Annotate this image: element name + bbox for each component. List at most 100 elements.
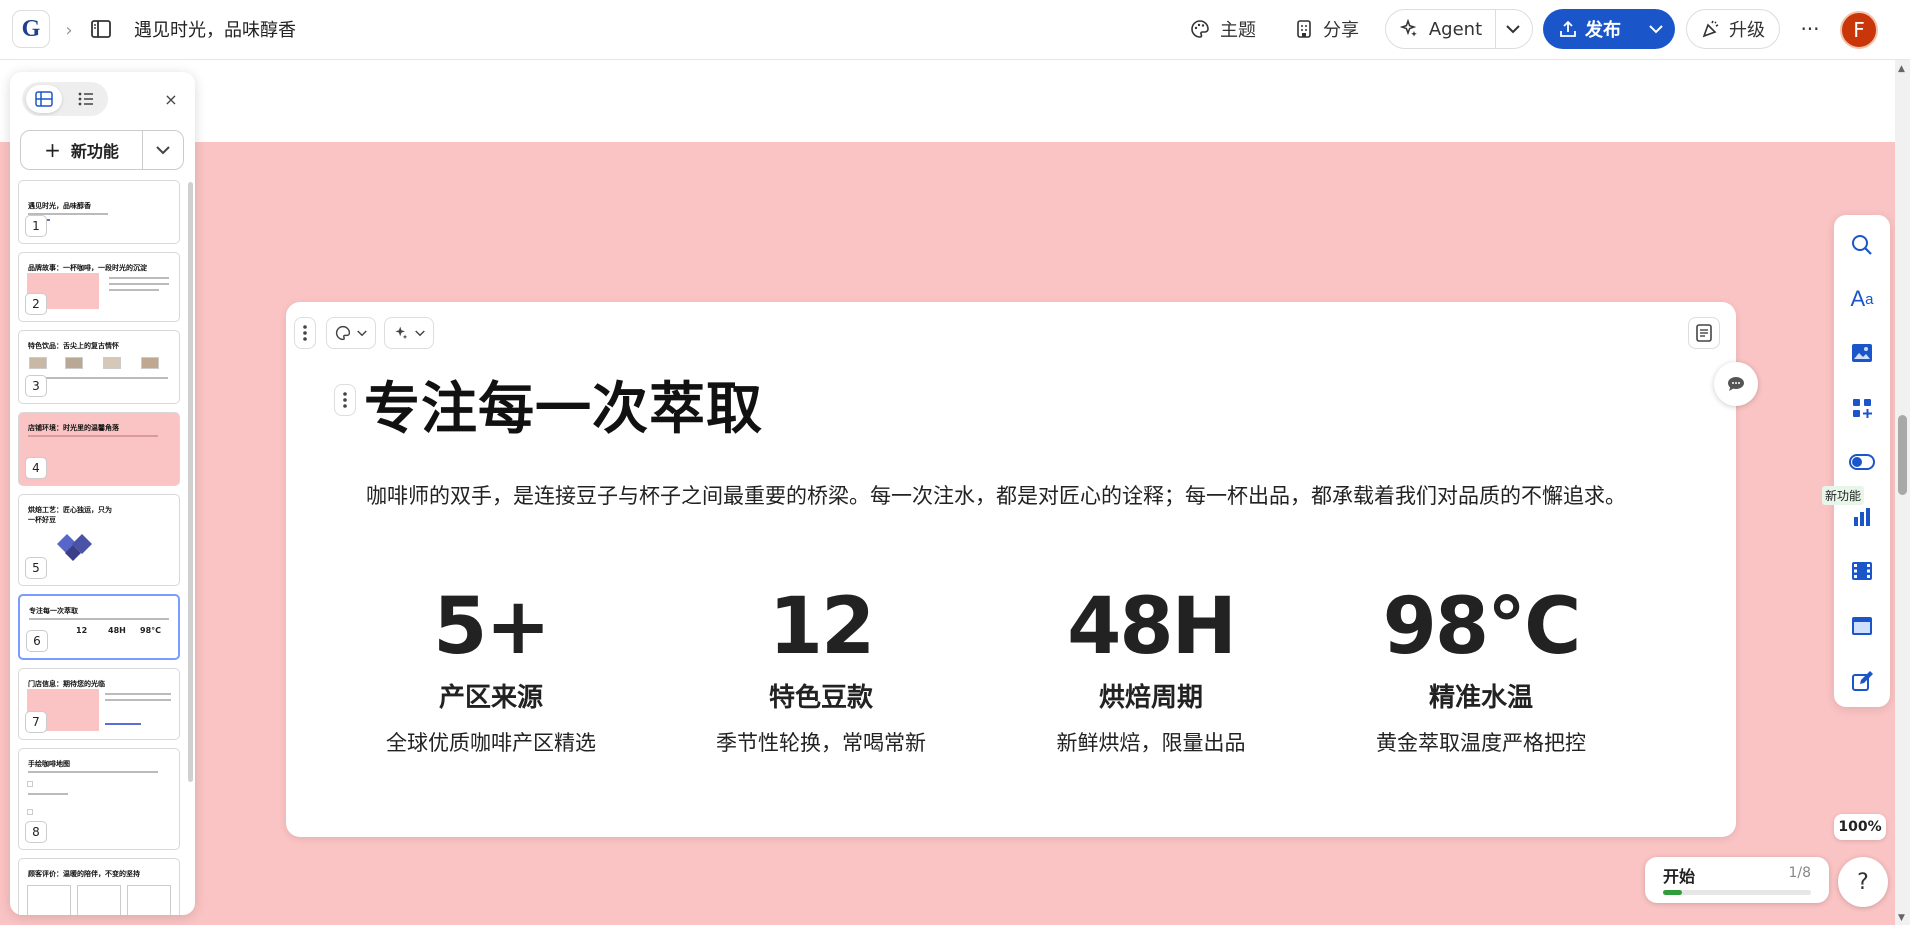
theme-label: 主题 <box>1220 20 1256 41</box>
progress-count: 1/8 <box>1788 865 1811 881</box>
ai-edit-button[interactable] <box>384 317 434 349</box>
new-feature-dropdown[interactable] <box>143 131 183 169</box>
help-button[interactable]: ? <box>1838 857 1888 907</box>
more-button[interactable]: ··· <box>1795 14 1825 44</box>
agent-main[interactable]: Agent <box>1386 10 1496 48</box>
new-feature-main[interactable]: + 新功能 <box>21 131 143 169</box>
slide-number: 1 <box>25 215 47 237</box>
grid-view-button[interactable] <box>26 85 62 113</box>
slide-number: 8 <box>25 821 47 843</box>
scrollbar-thumb[interactable] <box>1898 415 1907 495</box>
share-label: 分享 <box>1323 20 1359 41</box>
slide-thumbnail[interactable]: 门店信息：期待您的光临 7 <box>18 668 180 740</box>
start-label: 开始 <box>1663 867 1696 886</box>
view-toggle[interactable] <box>22 82 108 116</box>
avatar[interactable]: F <box>1840 11 1878 49</box>
slide-thumbnail[interactable]: 特色饮品：舌尖上的复古情怀 3 <box>18 330 180 404</box>
image-icon[interactable] <box>1848 339 1876 367</box>
thumb-title: 门店信息：期待您的光临 <box>28 680 105 688</box>
thumb-stat: 12 <box>76 626 88 635</box>
stat-item[interactable]: 12 特色豆款 季节性轮换，常喝常新 <box>656 582 986 758</box>
chart-icon[interactable] <box>1848 503 1876 531</box>
slides-view-icon <box>35 91 53 107</box>
list-icon <box>78 92 93 106</box>
page-scrollbar[interactable]: ▲ ▼ <box>1895 60 1910 925</box>
card-style-button[interactable] <box>326 317 376 349</box>
getting-started-widget[interactable]: 开始 1/8 <box>1645 857 1829 903</box>
top-bar: G › 遇见时光，品味醇香 主题 分享 Agent 发布 升级 ··· F <box>0 0 1910 60</box>
slide-thumbnail[interactable]: 手绘咖啡地图 8 <box>18 748 180 850</box>
stat-value: 98°C <box>1382 582 1582 672</box>
slides-panel: × + 新功能 遇见时光，品味醇香 1 品牌故事：一杯咖啡，一段时光的沉淀 2 … <box>10 72 195 915</box>
sparkle-icon <box>1399 19 1417 37</box>
stat-label: 烘焙周期 <box>1098 683 1203 713</box>
scroll-up-icon[interactable]: ▲ <box>1898 64 1905 74</box>
notes-icon <box>1696 324 1712 342</box>
search-icon[interactable] <box>1848 231 1876 259</box>
slide-thumbnail[interactable]: 品牌故事：一杯咖啡，一段时光的沉淀 2 <box>18 252 180 322</box>
slide-thumbnail[interactable]: 店铺环境：时光里的温馨角落 4 <box>18 412 180 486</box>
add-block-icon[interactable] <box>1848 394 1876 422</box>
thumb-title: 店铺环境：时光里的温馨角落 <box>28 424 119 432</box>
chevron-down-icon <box>357 329 367 336</box>
agent-dropdown[interactable] <box>1494 10 1532 48</box>
theme-button[interactable]: 主题 <box>1180 10 1266 48</box>
publish-dropdown[interactable] <box>1637 9 1675 49</box>
toggle-icon[interactable] <box>1848 448 1876 476</box>
slide-thumbnail-list: 遇见时光，品味醇香 1 品牌故事：一杯咖啡，一段时光的沉淀 2 特色饮品：舌尖上… <box>18 180 188 915</box>
agent-label: Agent <box>1428 18 1483 40</box>
share-icon <box>1297 20 1311 38</box>
new-feature-tooltip: 新功能 <box>1822 486 1865 505</box>
list-view-button[interactable] <box>68 85 104 113</box>
slide-number: 2 <box>25 293 47 315</box>
new-feature-button[interactable]: + 新功能 <box>20 130 184 170</box>
slide-heading[interactable]: 专注每一次萃取 <box>364 364 763 445</box>
heading-drag-handle[interactable] <box>334 384 356 416</box>
upload-icon <box>1560 20 1576 37</box>
thumb-title: 特色饮品：舌尖上的复古情怀 <box>28 342 119 350</box>
edit-icon[interactable] <box>1848 667 1876 695</box>
scroll-down-icon[interactable]: ▼ <box>1898 913 1905 923</box>
stat-item[interactable]: 5+ 产区来源 全球优质咖啡产区精选 <box>326 582 656 758</box>
doc-title[interactable]: 遇见时光，品味醇香 <box>134 14 296 44</box>
thumb-title: 顾客评价：温暖的陪伴，不变的坚持 <box>28 870 140 878</box>
upgrade-button[interactable]: 升级 <box>1686 9 1780 49</box>
stat-value: 48H <box>1067 582 1237 672</box>
close-icon[interactable]: × <box>158 86 184 112</box>
chevron-down-icon <box>1506 24 1520 33</box>
app-logo[interactable]: G <box>12 10 50 48</box>
slide-number: 7 <box>25 711 47 733</box>
publish-main[interactable]: 发布 <box>1543 9 1637 49</box>
sparkle-icon <box>395 326 408 340</box>
tool-rail: Aa <box>1834 215 1890 707</box>
embed-icon[interactable] <box>1848 612 1876 640</box>
slide-thumbnail[interactable]: 烘焙工艺：匠心独运，只为一杯好豆 5 <box>18 494 180 586</box>
progress-bar <box>1663 890 1811 895</box>
slide-thumbnail[interactable]: 顾客评价：温暖的陪伴，不变的坚持 <box>18 858 180 915</box>
text-style-icon[interactable]: Aa <box>1848 285 1876 313</box>
thumb-title: 遇见时光，品味醇香 <box>28 202 91 210</box>
stat-item[interactable]: 98°C 精准水温 黄金萃取温度严格把控 <box>1316 582 1646 758</box>
panel-scrollbar[interactable] <box>188 182 193 782</box>
vertical-dots-icon <box>303 325 307 341</box>
palette-icon <box>335 325 351 341</box>
slide-paragraph[interactable]: 咖啡师的双手，是连接豆子与杯子之间最重要的桥梁。每一次注水，都是对匠心的诠释；每… <box>366 478 1656 514</box>
chevron-down-icon <box>415 329 425 336</box>
party-icon <box>1702 20 1719 38</box>
comment-button[interactable] <box>1714 362 1758 406</box>
video-icon[interactable] <box>1848 557 1876 585</box>
slide-thumbnail-active[interactable]: 专注每一次萃取 12 48H 98°C 6 <box>18 594 180 660</box>
zoom-level[interactable]: 100% <box>1834 814 1886 840</box>
agent-button[interactable]: Agent <box>1385 9 1533 49</box>
notes-button[interactable] <box>1688 317 1720 349</box>
palette-icon <box>1191 20 1209 38</box>
thumb-title: 专注每一次萃取 <box>29 607 78 615</box>
slide-number: 5 <box>25 557 47 579</box>
share-button[interactable]: 分享 <box>1285 10 1369 48</box>
slide-card[interactable]: 专注每一次萃取 咖啡师的双手，是连接豆子与杯子之间最重要的桥梁。每一次注水，都是… <box>286 302 1736 837</box>
slide-thumbnail[interactable]: 遇见时光，品味醇香 1 <box>18 180 180 244</box>
publish-button[interactable]: 发布 <box>1543 9 1675 49</box>
stat-item[interactable]: 48H 烘焙周期 新鲜烘焙，限量出品 <box>986 582 1316 758</box>
sidebar-toggle-icon[interactable] <box>88 16 114 42</box>
block-menu-button[interactable] <box>294 317 316 349</box>
